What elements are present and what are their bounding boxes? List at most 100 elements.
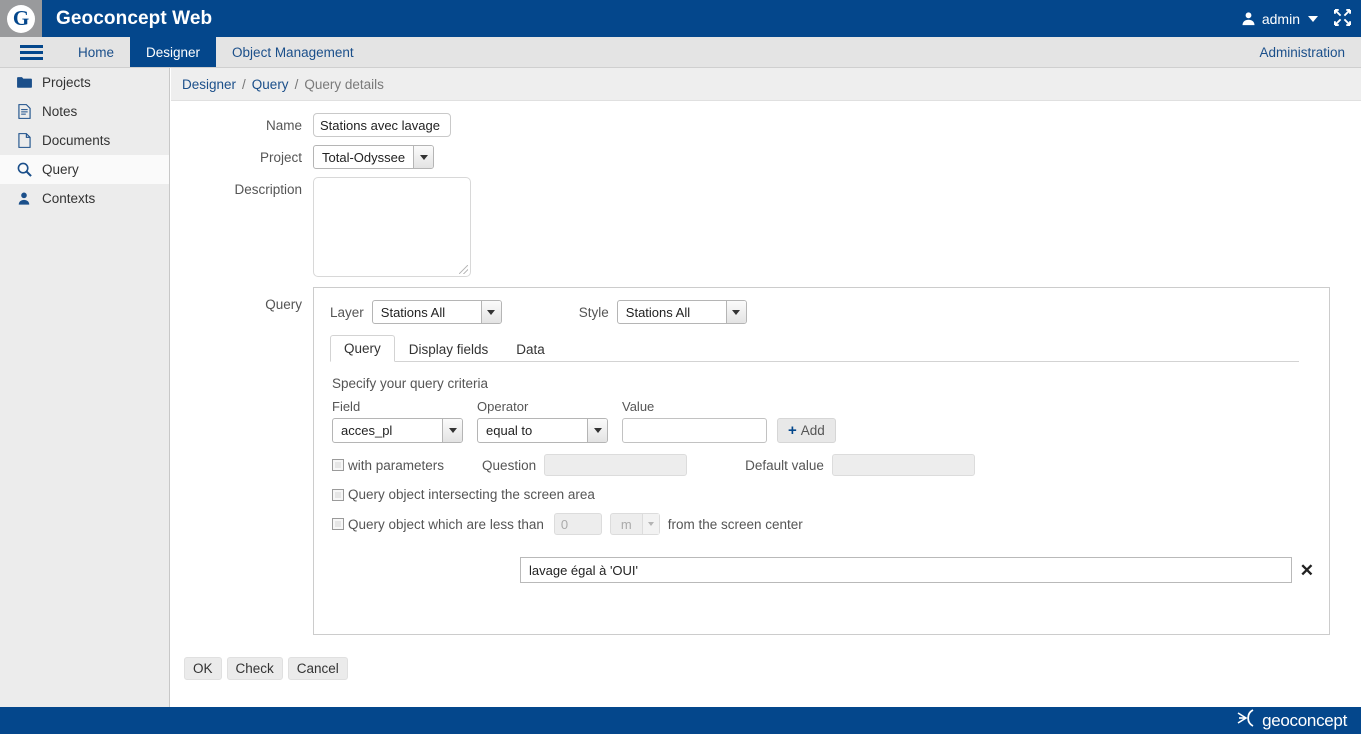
check-button[interactable]: Check	[226, 657, 283, 680]
cancel-button[interactable]: Cancel	[287, 657, 348, 680]
query-row: Query Layer Stations All Style Stations …	[171, 287, 1361, 635]
nav-item-home[interactable]: Home	[62, 37, 130, 67]
breadcrumb-separator: /	[242, 76, 246, 92]
question-input[interactable]	[544, 454, 688, 476]
criteria-list-item[interactable]: lavage égal à 'OUI' ✕	[520, 557, 1314, 583]
nav-item-object-management[interactable]: Object Management	[216, 37, 370, 67]
layer-style-row: Layer Stations All Style Stations All	[314, 288, 1329, 324]
operator-select[interactable]: equal to	[477, 418, 608, 443]
default-value-input[interactable]	[831, 454, 975, 476]
style-selected-value: Stations All	[625, 304, 691, 320]
sidebar-item-projects[interactable]: Projects	[0, 68, 169, 97]
app-title: Geoconcept Web	[56, 7, 213, 29]
add-criteria-label: Add	[800, 423, 825, 438]
note-icon	[16, 104, 32, 119]
criteria-title: Specify your query criteria	[332, 376, 489, 391]
add-criteria-button[interactable]: + Add	[777, 418, 836, 443]
breadcrumb-item-query[interactable]: Query	[252, 77, 289, 92]
criteria-list: lavage égal à 'OUI' ✕	[314, 557, 1329, 583]
nav-item-designer[interactable]: Designer	[130, 37, 217, 67]
folder-icon	[16, 76, 32, 89]
close-icon[interactable]: ✕	[1300, 559, 1314, 583]
chevron-down-icon	[1308, 15, 1318, 22]
layer-label: Layer	[330, 304, 364, 320]
plus-icon: +	[788, 422, 797, 439]
criteria-builder-row: Field acces_pl Operator equal to Value +…	[332, 399, 1329, 443]
question-label: Question	[482, 457, 537, 473]
app-header: G Geoconcept Web admin	[0, 0, 1361, 37]
query-details-form: Name Project Total-Odyssee Description	[171, 101, 1361, 680]
distance-checkbox[interactable]	[332, 518, 344, 530]
sidebar: Projects Notes Documents Query Contexts	[0, 68, 170, 707]
sidebar-item-label: Projects	[42, 75, 91, 90]
fullscreen-icon[interactable]	[1334, 8, 1351, 29]
footer-brand-text: geoconcept	[1262, 710, 1347, 730]
breadcrumb: Designer / Query / Query details	[171, 68, 1361, 101]
form-actions: OK Check Cancel	[184, 657, 1361, 680]
chevron-down-icon	[442, 419, 462, 442]
distance-unit-select[interactable]: m	[609, 513, 660, 535]
intersect-screen-label: Query object intersecting the screen are…	[348, 487, 595, 502]
query-label: Query	[265, 297, 302, 312]
navbar-right: Administration	[1243, 37, 1361, 67]
tab-query[interactable]: Query	[330, 335, 395, 362]
with-parameters-checkbox[interactable]	[332, 459, 344, 471]
field-select[interactable]: acces_pl	[332, 418, 463, 443]
project-label: Project	[259, 150, 302, 165]
sidebar-item-documents[interactable]: Documents	[0, 126, 169, 155]
header-right-group: admin	[1241, 8, 1361, 29]
chevron-down-icon	[641, 514, 659, 534]
value-input[interactable]	[622, 418, 767, 443]
description-row: Description	[171, 177, 1361, 277]
chevron-down-icon	[587, 419, 607, 442]
with-parameters-label: with parameters	[348, 457, 445, 473]
name-row: Name	[171, 113, 1361, 137]
nav-item-administration[interactable]: Administration	[1243, 37, 1361, 67]
sidebar-item-label: Contexts	[42, 191, 96, 206]
user-icon	[1241, 11, 1256, 26]
sidebar-item-query[interactable]: Query	[0, 155, 169, 184]
operator-label: Operator	[477, 399, 529, 414]
sidebar-item-label: Documents	[42, 133, 111, 148]
app-footer: geoconcept	[0, 707, 1361, 734]
breadcrumb-item-designer[interactable]: Designer	[182, 77, 236, 92]
field-label: Field	[332, 399, 361, 414]
tab-data[interactable]: Data	[502, 336, 559, 362]
distance-input[interactable]	[553, 513, 602, 535]
distance-row: Query object which are less than m from …	[332, 513, 1329, 535]
main-content: Designer / Query / Query details Name Pr…	[171, 68, 1361, 707]
tab-display-fields[interactable]: Display fields	[395, 336, 503, 362]
main-navbar: Home Designer Object Management Administ…	[0, 37, 1361, 68]
project-select[interactable]: Total-Odyssee	[313, 145, 435, 169]
hamburger-icon[interactable]	[0, 37, 62, 67]
application-window: G Geoconcept Web admin Home Designer Obj…	[0, 0, 1361, 734]
intersect-screen-checkbox[interactable]	[332, 488, 344, 501]
breadcrumb-separator: /	[294, 76, 299, 92]
layer-selected-value: Stations All	[380, 304, 446, 320]
operator-selected-value: equal to	[486, 423, 533, 438]
chevron-down-icon	[725, 301, 746, 323]
layer-select[interactable]: Stations All	[371, 300, 502, 324]
criteria-text: lavage égal à 'OUI'	[529, 562, 639, 578]
query-builder-panel: Layer Stations All Style Stations All Qu…	[313, 287, 1330, 635]
person-icon	[16, 191, 32, 206]
distance-unit-value: m	[620, 516, 632, 532]
search-icon	[16, 162, 32, 177]
sidebar-item-notes[interactable]: Notes	[0, 97, 169, 126]
name-input[interactable]	[313, 113, 451, 137]
sidebar-item-contexts[interactable]: Contexts	[0, 184, 169, 213]
document-icon	[16, 133, 32, 148]
user-menu[interactable]: admin	[1241, 11, 1318, 27]
query-tabs: Query Display fields Data	[330, 334, 1299, 362]
add-criteria-group: + Add	[777, 418, 836, 443]
ok-button[interactable]: OK	[184, 657, 222, 680]
style-select[interactable]: Stations All	[616, 300, 747, 324]
geoconcept-mark-icon	[1237, 709, 1259, 732]
app-logo: G	[0, 0, 42, 37]
default-value-label: Default value	[745, 457, 824, 473]
resize-handle-icon[interactable]	[459, 265, 468, 274]
distance-label-before: Query object which are less than	[348, 516, 544, 532]
project-row: Project Total-Odyssee	[171, 145, 1361, 169]
description-textarea[interactable]	[313, 177, 471, 277]
field-group: Field acces_pl	[332, 399, 477, 443]
